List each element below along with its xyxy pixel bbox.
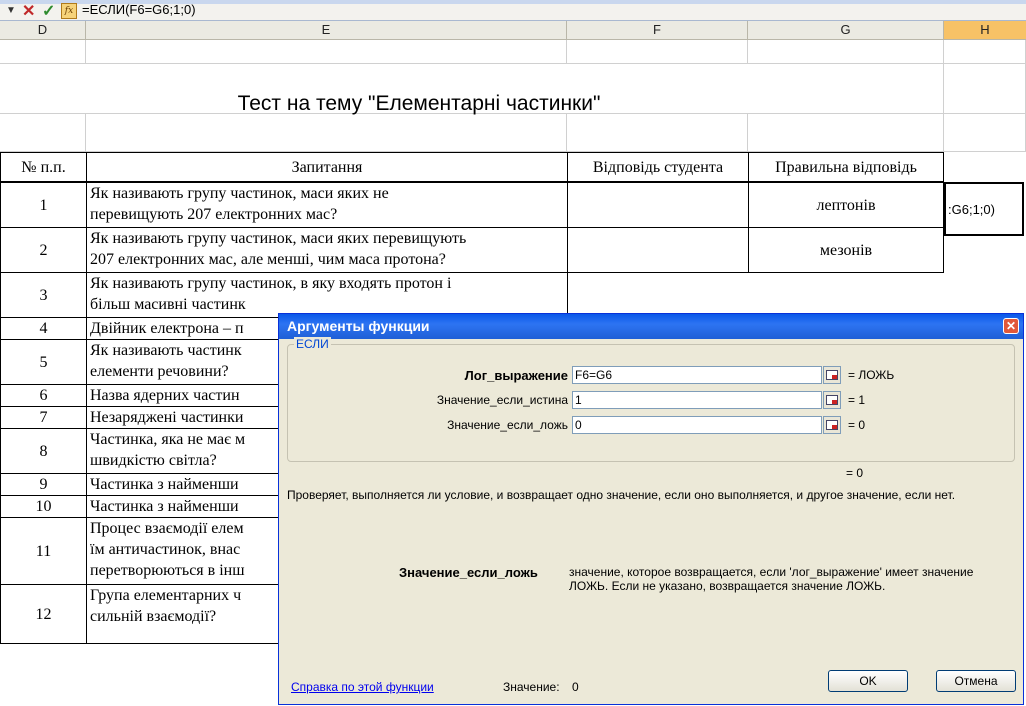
collapse-dialog-button[interactable] [823,391,841,409]
argument-result: = 1 [848,393,866,407]
header-student-answer[interactable]: Відповідь студента [567,152,749,182]
grid-cell[interactable] [567,114,748,152]
question-cell[interactable]: Як називають групу частинок, маси яких п… [86,227,568,273]
column-header-g[interactable]: G [748,21,944,40]
formula-result: = 0 [846,466,864,480]
argument-result: = 0 [848,418,866,432]
value-if-true-input[interactable]: 1 [572,391,822,409]
column-header-d[interactable]: D [0,21,86,40]
column-header-f[interactable]: F [567,21,748,40]
column-header-e[interactable]: E [86,21,567,40]
cancel-formula-icon[interactable]: ✕ [22,1,35,21]
row-number[interactable]: 2 [0,227,87,273]
grid-cell[interactable] [567,40,748,64]
grid-cell[interactable] [748,64,944,114]
correct-answer-cell[interactable]: лептонів [748,182,944,228]
header-correct-answer[interactable]: Правильна відповідь [748,152,944,182]
cancel-button[interactable]: Отмена [936,670,1016,692]
enter-formula-icon[interactable]: ✓ [42,1,55,21]
active-cell-h6[interactable]: :G6;1;0) [944,182,1024,236]
grid-cell[interactable] [0,40,86,64]
function-arguments-dialog: Аргументы функции ✕ ЕСЛИ Лог_выражение F… [278,313,1024,705]
argument-help-name: Значение_если_ложь [399,565,538,580]
dialog-title: Аргументы функции [287,318,430,334]
value-if-false-input[interactable]: 0 [572,416,822,434]
function-name-label: ЕСЛИ [294,337,331,351]
value-readout: 0 [572,680,579,694]
range-select-icon [826,395,838,405]
collapse-dialog-button[interactable] [823,416,841,434]
grid-cell[interactable] [748,114,944,152]
grid-cell[interactable] [944,114,1026,152]
question-cell[interactable]: Як називають групу частинок, в яку входя… [86,272,568,318]
row-number[interactable]: 9 [0,473,87,496]
insert-function-icon[interactable]: fx [61,3,77,19]
range-select-icon [826,370,838,380]
collapse-dialog-button[interactable] [823,366,841,384]
row-number[interactable]: 12 [0,584,87,644]
argument-row-logical-test: Лог_выражение F6=G6 = ЛОЖЬ [288,366,1016,386]
sheet-title[interactable]: Тест на тему "Елементарні частинки" [90,92,748,116]
row-number[interactable]: 10 [0,495,87,518]
ok-button[interactable]: OK [828,670,908,692]
row-number[interactable]: 11 [0,517,87,585]
grid-cell[interactable] [944,40,1026,64]
function-description: Проверяет, выполняется ли условие, и воз… [287,488,956,502]
header-question[interactable]: Запитання [86,152,568,182]
row-number[interactable]: 1 [0,182,87,228]
arguments-group: ЕСЛИ Лог_выражение F6=G6 = ЛОЖЬ Значение… [287,337,1016,462]
argument-help-text: значение, которое возвращается, если 'ло… [569,565,974,593]
name-box-dropdown-icon[interactable]: ▼ [6,5,16,16]
grid-cell[interactable] [86,114,567,152]
argument-row-value-if-true: Значение_если_истина 1 = 1 [288,391,1016,411]
grid-cell[interactable] [0,114,86,152]
grid-cell[interactable] [944,64,1026,114]
function-help-link[interactable]: Справка по этой функции [291,680,434,694]
column-header-h[interactable]: H [944,21,1026,40]
dialog-title-bar[interactable]: Аргументы функции ✕ [279,314,1023,339]
row-number[interactable]: 7 [0,406,87,429]
range-select-icon [826,420,838,430]
logical-test-input[interactable]: F6=G6 [572,366,822,384]
argument-label: Значение_если_ложь [447,418,568,432]
question-cell[interactable]: Як називають групу частинок, маси яких н… [86,182,568,228]
grid-cell[interactable] [86,40,567,64]
student-answer-cell[interactable] [567,182,749,228]
argument-label: Значение_если_истина [436,393,568,407]
close-icon[interactable]: ✕ [1003,318,1019,334]
argument-label: Лог_выражение [464,368,568,383]
row-number[interactable]: 5 [0,339,87,385]
value-label: Значение: [503,680,560,694]
correct-answer-cell[interactable]: мезонів [748,227,944,273]
argument-result: = ЛОЖЬ [848,368,895,382]
grid-cell[interactable] [748,40,944,64]
header-num[interactable]: № п.п. [0,152,87,182]
row-number[interactable]: 3 [0,272,87,318]
argument-row-value-if-false: Значение_если_ложь 0 = 0 [288,416,1016,436]
formula-bar: ▼ ✕ ✓ fx =ЕСЛИ(F6=G6;1;0) [0,0,1026,21]
student-answer-cell[interactable] [567,227,749,273]
formula-input[interactable]: =ЕСЛИ(F6=G6;1;0) [82,2,196,17]
row-number[interactable]: 4 [0,317,87,340]
row-number[interactable]: 8 [0,428,87,474]
row-number[interactable]: 6 [0,384,87,407]
